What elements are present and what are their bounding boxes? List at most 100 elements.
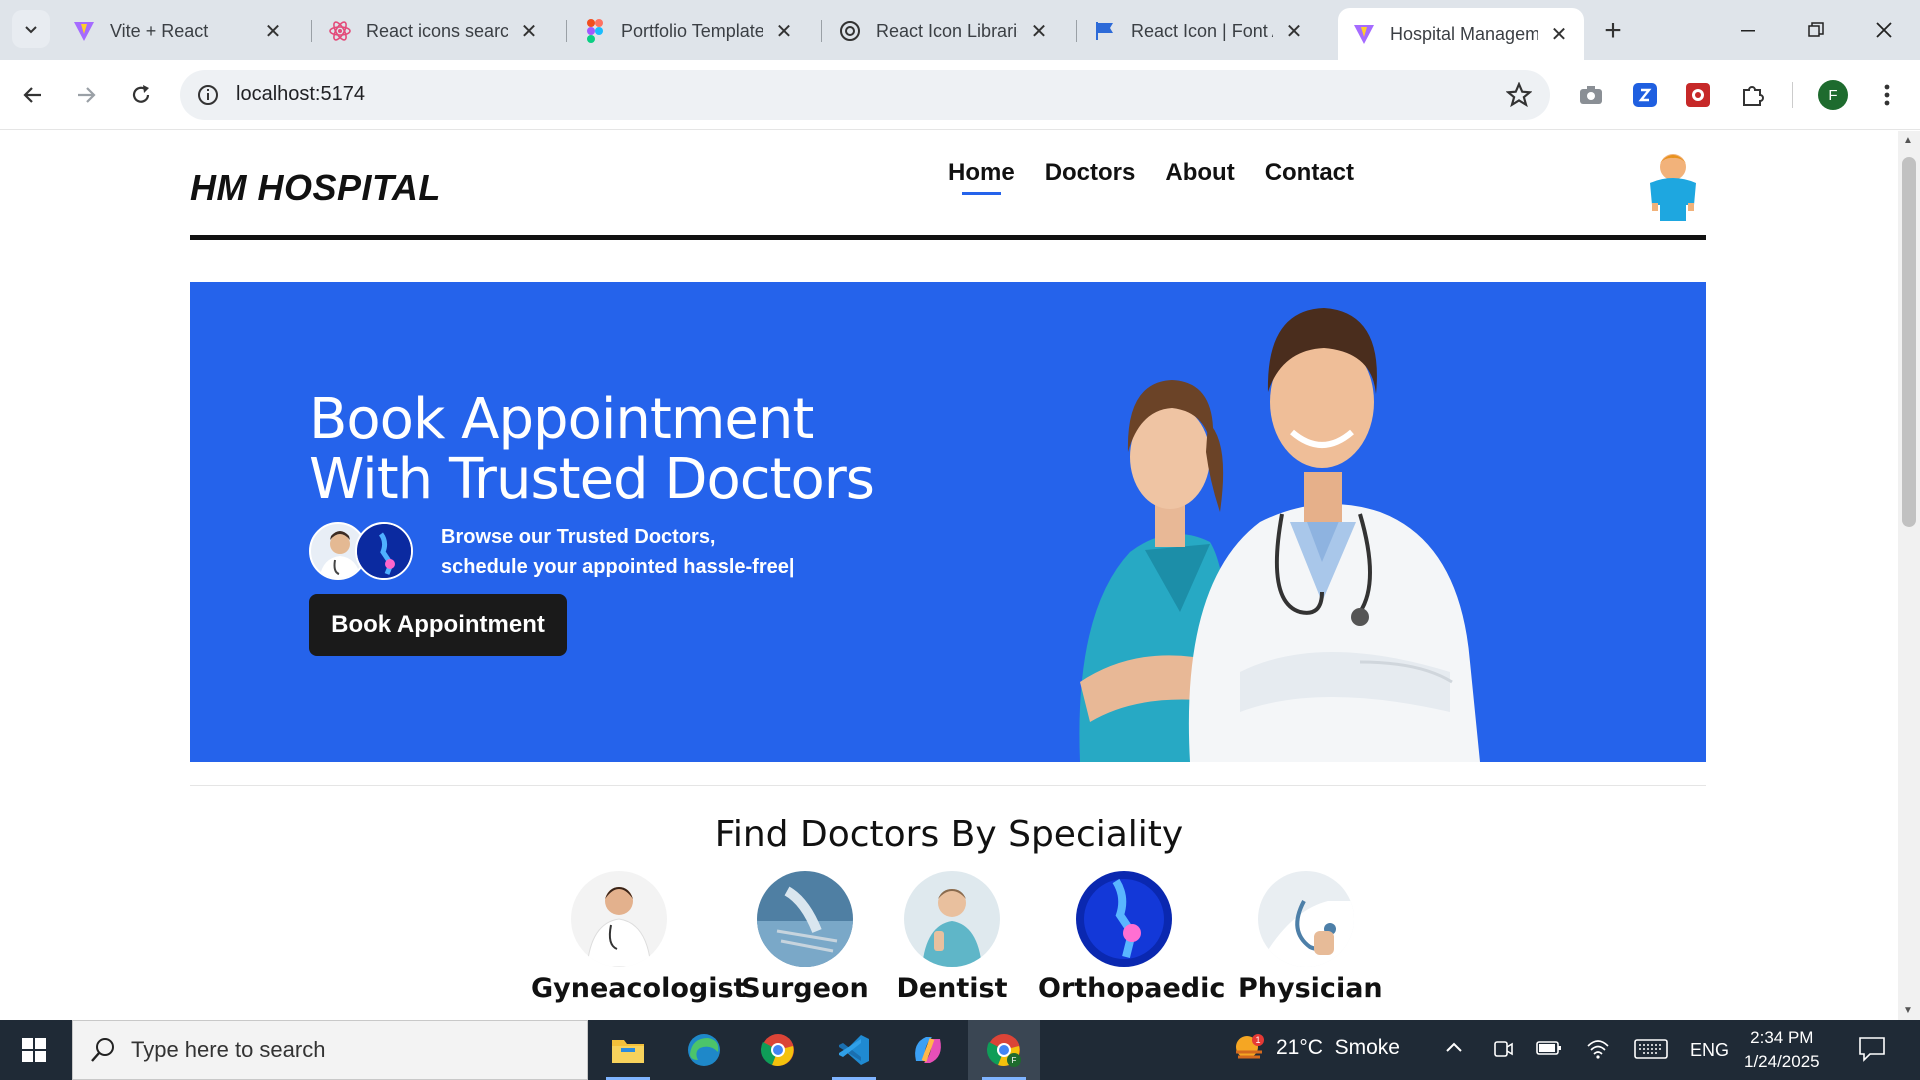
figma-icon (583, 19, 607, 43)
tab-label: Hospital Managem (1390, 23, 1538, 44)
tab-label: Vite + React (110, 20, 209, 41)
speciality-dentist[interactable]: Dentist (890, 871, 1014, 1004)
scrollbar-thumb[interactable] (1902, 157, 1916, 527)
tab-react-icons-search[interactable]: React icons search ✕ (314, 10, 554, 52)
restore-button[interactable] (1786, 8, 1846, 52)
web-page: HM HOSPITAL Home Doctors About Contact B… (0, 131, 1898, 1020)
nav-about[interactable]: About (1165, 159, 1234, 195)
hero-banner: Book Appointment With Trusted Doctors Br… (190, 282, 1706, 762)
speciality-orthopaedic[interactable]: Orthopaedic (1038, 871, 1226, 1004)
hero-title: Book Appointment With Trusted Doctors (309, 390, 1009, 510)
speciality-label: Dentist (896, 973, 1008, 1004)
wifi-icon[interactable] (1586, 1038, 1610, 1065)
page-scrollbar[interactable]: ▲ ▼ (1898, 131, 1920, 1020)
tray-chevron-up-icon[interactable] (1444, 1038, 1464, 1063)
battery-icon[interactable] (1536, 1038, 1562, 1063)
speciality-physician[interactable]: Physician (1238, 871, 1383, 1004)
user-avatar-icon[interactable] (1644, 149, 1702, 221)
close-icon[interactable]: ✕ (262, 20, 284, 43)
windows-taskbar: Type here to search F 1 21°C Smoke ENG 2… (0, 1020, 1920, 1080)
close-icon[interactable]: ✕ (1028, 20, 1050, 43)
tab-react-icon-font-awesome[interactable]: React Icon | Font A ✕ (1079, 10, 1319, 52)
orthopaedic-avatar (355, 522, 413, 580)
book-appointment-button[interactable]: Book Appointment (309, 594, 567, 656)
info-icon[interactable] (196, 83, 220, 107)
keyboard-icon[interactable] (1634, 1038, 1668, 1065)
scroll-up-icon[interactable]: ▲ (1903, 135, 1913, 146)
minimize-button[interactable] (1718, 8, 1778, 52)
more-menu-icon[interactable] (1872, 80, 1902, 110)
chrome-icon[interactable] (742, 1020, 814, 1080)
tab-label: React Icon | Font A (1131, 20, 1273, 41)
speciality-surgeon[interactable]: Surgeon (740, 871, 870, 1004)
address-bar[interactable]: localhost:5174 (180, 70, 1550, 120)
close-icon[interactable]: ✕ (773, 20, 795, 43)
vite-icon (72, 19, 96, 43)
section-divider (190, 785, 1706, 786)
forward-button[interactable] (67, 76, 105, 114)
tab-search-button[interactable] (12, 10, 50, 48)
hero-subtitle-line1: Browse our Trusted Doctors, (441, 526, 716, 548)
close-icon[interactable]: ✕ (518, 20, 540, 43)
extensions-puzzle-icon[interactable] (1738, 80, 1768, 110)
extension-red-icon[interactable] (1683, 80, 1713, 110)
tab-label: React icons search (366, 20, 508, 41)
tab-label: React Icon Librarie (876, 20, 1018, 41)
camera-icon[interactable] (1576, 80, 1606, 110)
tab-vite-react[interactable]: Vite + React ✕ (58, 10, 298, 52)
extension-blue-icon[interactable] (1630, 80, 1660, 110)
clock-date: 1/24/2025 (1744, 1052, 1820, 1071)
taskbar-clock[interactable]: 2:34 PM 1/24/2025 (1744, 1026, 1820, 1074)
close-icon[interactable]: ✕ (1548, 23, 1570, 46)
back-button[interactable] (14, 76, 52, 114)
reload-icon (132, 85, 150, 103)
meet-now-icon[interactable] (1492, 1038, 1514, 1065)
speciality-label: Surgeon (741, 973, 869, 1004)
search-icon (91, 1038, 114, 1062)
nav-doctors[interactable]: Doctors (1045, 159, 1136, 195)
notifications-icon[interactable] (1858, 1036, 1886, 1067)
tab-react-icon-libraries[interactable]: React Icon Librarie ✕ (824, 10, 1064, 52)
main-nav: Home Doctors About Contact (948, 159, 1354, 195)
chrome-profile-icon[interactable]: F (968, 1020, 1040, 1080)
taskbar-search-box[interactable]: Type here to search (72, 1020, 588, 1080)
bookmark-star-icon[interactable] (1506, 82, 1532, 108)
browser-tab-strip: Vite + React ✕ React icons search ✕ Port… (0, 0, 1920, 60)
site-header: HM HOSPITAL Home Doctors About Contact (190, 131, 1706, 241)
openai-icon (838, 19, 862, 43)
hero-title-line2: With Trusted Doctors (309, 447, 875, 512)
profile-avatar[interactable]: F (1818, 80, 1848, 110)
vscode-icon[interactable] (818, 1020, 890, 1080)
speciality-label: Orthopaedic (1038, 973, 1226, 1004)
edge-icon[interactable] (668, 1020, 740, 1080)
tab-portfolio-template[interactable]: Portfolio Template ✕ (569, 10, 809, 52)
react-icon (328, 19, 352, 43)
new-tab-button[interactable]: + (1596, 14, 1630, 48)
site-logo[interactable]: HM HOSPITAL (190, 167, 441, 209)
nav-contact[interactable]: Contact (1265, 159, 1354, 195)
file-explorer-icon[interactable] (592, 1020, 664, 1080)
gyneacologist-image (571, 871, 667, 967)
hero-avatar-group (309, 522, 419, 582)
weather-text: 21°C Smoke (1276, 1036, 1400, 1059)
close-window-button[interactable] (1854, 8, 1914, 52)
weather-widget[interactable]: 1 21°C Smoke (1232, 1032, 1400, 1064)
windows-start-icon[interactable] (14, 1034, 54, 1066)
flag-icon (1093, 19, 1117, 43)
tab-label: Portfolio Template (621, 20, 763, 41)
language-indicator[interactable]: ENG (1690, 1040, 1729, 1061)
speciality-label: Physician (1238, 973, 1383, 1004)
url-text[interactable]: localhost:5174 (236, 83, 365, 106)
svg-text:F: F (1012, 1056, 1017, 1065)
close-icon[interactable]: ✕ (1283, 20, 1305, 43)
dentist-image (904, 871, 1000, 967)
copilot-icon[interactable] (892, 1020, 964, 1080)
weather-haze-icon: 1 (1236, 1034, 1264, 1059)
speciality-gyneacologist[interactable]: Gyneacologist (531, 871, 746, 1004)
orthopaedic-image (1076, 871, 1172, 967)
scroll-down-icon[interactable]: ▼ (1903, 1005, 1913, 1016)
reload-button[interactable] (122, 76, 160, 114)
arrow-left-icon (23, 87, 41, 103)
tab-hospital-management[interactable]: Hospital Managem ✕ (1338, 8, 1584, 60)
nav-home[interactable]: Home (948, 159, 1015, 195)
